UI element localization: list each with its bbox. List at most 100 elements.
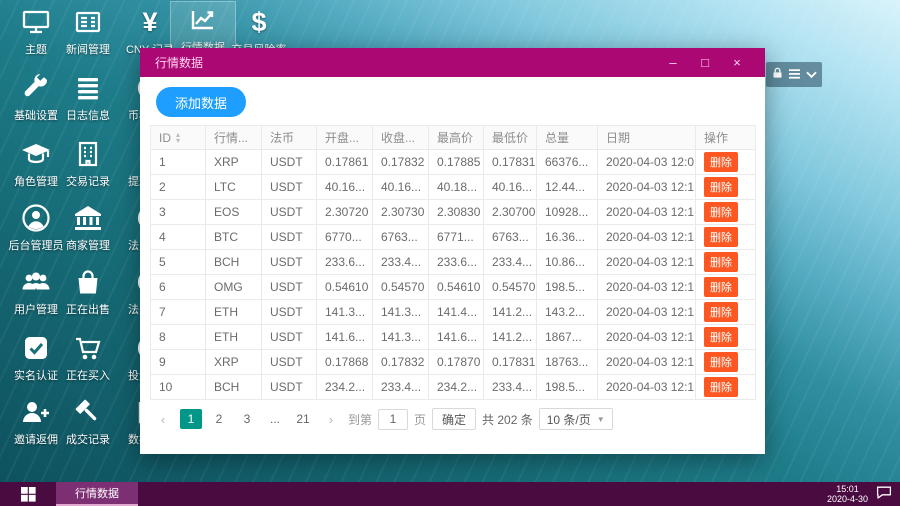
cell-symbol: LTC: [206, 175, 262, 200]
chat-bubble-icon[interactable]: [876, 485, 892, 504]
cell-actions: 删除: [696, 275, 756, 300]
table-row: 7 ETH USDT 141.3... 141.3... 141.4... 14…: [151, 300, 756, 325]
desktop-icon-news[interactable]: 新闻管理: [56, 4, 120, 64]
cell-volume: 10.86...: [537, 250, 598, 275]
cell-date: 2020-04-03 12:1...: [598, 375, 696, 400]
graduation-cap-icon: [19, 136, 53, 172]
cell-volume: 198.5...: [537, 275, 598, 300]
column-header-close: 收盘...: [373, 126, 429, 150]
page-button[interactable]: ...: [264, 409, 286, 429]
desktop-icon-merchants[interactable]: 商家管理: [56, 200, 120, 260]
cell-close: 233.4...: [373, 375, 429, 400]
chevron-down-icon[interactable]: [806, 66, 817, 84]
cell-open: 141.3...: [317, 300, 373, 325]
taskbar-clock[interactable]: 15:01 2020-4-30: [827, 484, 868, 504]
page-button[interactable]: 2: [208, 409, 230, 429]
cell-fiat: USDT: [262, 225, 317, 250]
column-header-low: 最低价: [484, 126, 537, 150]
desktop-icon-logs[interactable]: 日志信息: [56, 70, 120, 130]
column-header-id[interactable]: ID▴▾: [151, 126, 206, 150]
delete-button[interactable]: 删除: [704, 152, 738, 172]
delete-button[interactable]: 删除: [704, 302, 738, 322]
desktop-icon-deals[interactable]: 成交记录: [56, 394, 120, 454]
list-icon: [72, 70, 104, 106]
desktop-icon-trades[interactable]: 交易记录: [56, 136, 120, 196]
delete-button[interactable]: 删除: [704, 227, 738, 247]
delete-button[interactable]: 删除: [704, 177, 738, 197]
cell-fiat: USDT: [262, 250, 317, 275]
column-header-open: 开盘...: [317, 126, 373, 150]
add-data-button[interactable]: 添加数据: [156, 87, 246, 117]
market-data-table: ID▴▾ 行情... 法币 开盘... 收盘... 最高价 最低价 总量 日期 …: [150, 125, 756, 400]
jump-prefix-label: 到第: [348, 411, 372, 428]
desktop-icon-buying[interactable]: 正在买入: [56, 330, 120, 390]
cell-fiat: USDT: [262, 300, 317, 325]
table-row: 6 OMG USDT 0.54610 0.54570 0.54610 0.545…: [151, 275, 756, 300]
page-button[interactable]: 1: [180, 409, 202, 429]
cell-symbol: ETH: [206, 325, 262, 350]
page-size-select[interactable]: 10 条/页 ▼: [539, 408, 613, 430]
cell-symbol: BCH: [206, 250, 262, 275]
cell-high: 141.6...: [429, 325, 484, 350]
cell-date: 2020-04-03 12:0...: [598, 150, 696, 175]
desktop-icon-selling[interactable]: 正在出售: [56, 264, 120, 324]
cell-date: 2020-04-03 12:1...: [598, 200, 696, 225]
cell-actions: 删除: [696, 250, 756, 275]
select-caret-icon: ▼: [597, 415, 605, 424]
cell-open: 0.17861: [317, 150, 373, 175]
cell-symbol: BTC: [206, 225, 262, 250]
next-page-button[interactable]: ›: [320, 409, 342, 429]
jump-page-input[interactable]: [378, 409, 408, 430]
cell-fiat: USDT: [262, 325, 317, 350]
cell-id: 1: [151, 150, 206, 175]
table-row: 4 BTC USDT 6770... 6763... 6771... 6763.…: [151, 225, 756, 250]
confirm-button[interactable]: 确定: [432, 408, 476, 430]
cell-low: 2.30700: [484, 200, 537, 225]
cell-close: 0.17832: [373, 350, 429, 375]
cell-volume: 143.2...: [537, 300, 598, 325]
page-button[interactable]: 3: [236, 409, 258, 429]
minimize-button[interactable]: –: [657, 55, 689, 70]
building-icon: [72, 136, 104, 172]
gavel-icon: [72, 394, 104, 430]
delete-button[interactable]: 删除: [704, 352, 738, 372]
menu-icon[interactable]: [789, 66, 800, 84]
lock-icon[interactable]: [772, 66, 783, 84]
cell-id: 2: [151, 175, 206, 200]
delete-button[interactable]: 删除: [704, 377, 738, 397]
yen-icon: ¥: [142, 4, 157, 40]
cell-fiat: USDT: [262, 350, 317, 375]
cell-close: 141.3...: [373, 325, 429, 350]
checkbox-icon: [20, 330, 52, 366]
browser-overlay-bar: [766, 62, 822, 87]
cell-close: 2.30730: [373, 200, 429, 225]
delete-button[interactable]: 删除: [704, 327, 738, 347]
taskbar: 行情数据 15:01 2020-4-30: [0, 482, 900, 506]
cell-low: 40.16...: [484, 175, 537, 200]
cell-date: 2020-04-03 12:1...: [598, 325, 696, 350]
cell-close: 141.3...: [373, 300, 429, 325]
cell-low: 141.2...: [484, 300, 537, 325]
cell-date: 2020-04-03 12:1...: [598, 175, 696, 200]
prev-page-button[interactable]: ‹: [152, 409, 174, 429]
sort-icons[interactable]: ▴▾: [176, 132, 180, 144]
cell-actions: 删除: [696, 300, 756, 325]
cell-symbol: ETH: [206, 300, 262, 325]
pagination-bar: ‹ 123...21 › 到第 页 确定 共 202 条 10 条/页 ▼: [152, 408, 755, 430]
shopping-bag-icon: [72, 264, 104, 300]
page-button[interactable]: 21: [292, 409, 314, 429]
close-button[interactable]: ×: [721, 55, 753, 70]
cell-actions: 删除: [696, 225, 756, 250]
delete-button[interactable]: 删除: [704, 277, 738, 297]
start-button[interactable]: [0, 482, 56, 506]
maximize-button[interactable]: □: [689, 55, 721, 70]
delete-button[interactable]: 删除: [704, 252, 738, 272]
table-row: 5 BCH USDT 233.6... 233.4... 233.6... 23…: [151, 250, 756, 275]
taskbar-item-market-data[interactable]: 行情数据: [56, 482, 138, 506]
column-header-date: 日期: [598, 126, 696, 150]
cell-open: 2.30720: [317, 200, 373, 225]
cell-symbol: XRP: [206, 150, 262, 175]
column-header-high: 最高价: [429, 126, 484, 150]
delete-button[interactable]: 删除: [704, 202, 738, 222]
cell-high: 0.54610: [429, 275, 484, 300]
